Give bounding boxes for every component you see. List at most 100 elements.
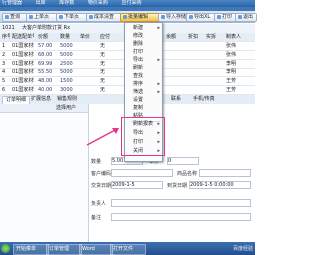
table-cell: 4 xyxy=(2,69,6,76)
order-ref: 1021 xyxy=(2,25,15,31)
table-cell: 01国家材料 xyxy=(12,51,34,58)
export-excel-button[interactable]: 导出XL xyxy=(186,13,216,22)
table-cell: 01国家材料 xyxy=(12,69,34,76)
context-menu-item-label: 刷新 xyxy=(133,65,144,71)
table-cell: 无 xyxy=(100,51,106,58)
next-page-button[interactable]: 下单页 xyxy=(56,13,88,22)
arrow-up-icon xyxy=(29,14,33,19)
taskbar-item-1[interactable]: 开始菜单 xyxy=(13,244,49,255)
batch-edit-button[interactable]: 批量编辑 xyxy=(120,13,160,22)
excel-icon xyxy=(189,14,193,19)
col-header-balance[interactable]: 余额 xyxy=(166,33,184,41)
table-cell: 李明 xyxy=(226,69,237,76)
title-tab-2[interactable]: 出库 xyxy=(36,0,46,6)
owner-field[interactable] xyxy=(111,199,251,207)
title-tab-5[interactable]: 应付采购 xyxy=(121,0,141,6)
product-name-field[interactable] xyxy=(199,169,251,177)
table-cell xyxy=(80,60,94,68)
context-menu-item-label: 修改 xyxy=(133,33,144,39)
table-cell xyxy=(80,42,94,50)
exit-button[interactable]: 退出 xyxy=(235,13,257,22)
tab-sales-rules[interactable]: 销售规则 xyxy=(54,96,80,103)
taskbar: 开始菜单 订单管理 Word 打开文件 百度经验 xyxy=(0,242,255,255)
col-header-actual[interactable]: 实拆 xyxy=(206,33,220,41)
delivery-date-field[interactable]: 2009-1-5 xyxy=(111,181,163,189)
context-menu-item-label: 设置 xyxy=(133,97,144,103)
unit-price-field[interactable]: 0 xyxy=(167,157,199,165)
context-menu-item-label: 新建 xyxy=(133,25,144,31)
prev-page-button[interactable]: 上单页 xyxy=(26,13,58,22)
col-header-unit-price[interactable]: 单价 xyxy=(80,33,94,41)
table-cell xyxy=(80,86,94,94)
taskbar-item-2[interactable]: 订单管理 xyxy=(46,244,82,255)
tab-contact[interactable]: 联系 xyxy=(168,96,184,103)
select-user-label[interactable]: 选择用户 xyxy=(56,105,76,111)
query-button[interactable]: 查询 xyxy=(2,13,28,22)
context-menu-item-label: 筛选 xyxy=(133,89,144,95)
table-cell: 6 xyxy=(2,87,6,93)
table-cell: 5000 xyxy=(60,51,73,58)
col-header-price[interactable]: 价额 xyxy=(38,33,54,41)
col-header-order-no[interactable]: 配送配单号 xyxy=(12,33,34,41)
user-list-header: 选择用户 xyxy=(0,104,88,113)
table-cell xyxy=(188,51,202,59)
context-menu-item-label: 复制 xyxy=(133,105,144,111)
taskbar-item-3[interactable]: Word xyxy=(79,244,113,255)
tab-extended-info[interactable]: 扩展信息 xyxy=(28,96,54,103)
col-header-creator[interactable]: 制表人 xyxy=(226,33,252,41)
title-tab-4[interactable]: 物价采购 xyxy=(88,0,108,6)
table-cell: 2 xyxy=(2,51,6,58)
context-menu-item-label: 排序 xyxy=(133,81,144,87)
remark-label: 备注 xyxy=(91,215,102,221)
table-cell: 68.00 xyxy=(38,51,53,58)
context-menu-item-label: 查找 xyxy=(133,73,144,79)
title-tab-3[interactable]: 库存数 xyxy=(59,0,74,6)
arrow-down-icon xyxy=(59,14,63,19)
col-header-discount[interactable]: 折扣 xyxy=(188,33,202,41)
col-header-index[interactable]: 序号 xyxy=(2,33,10,41)
table-cell: 01国家材料 xyxy=(12,43,34,49)
table-cell xyxy=(188,86,202,94)
table-cell xyxy=(80,77,94,85)
table-cell xyxy=(188,68,202,76)
table-cell: 48.00 xyxy=(38,78,53,85)
printer-icon xyxy=(217,14,221,19)
col-header-payable[interactable]: 应付 xyxy=(100,33,114,41)
title-tab-1[interactable]: 行管理器 xyxy=(2,0,22,6)
start-button[interactable] xyxy=(1,244,10,253)
import-icon xyxy=(161,14,165,19)
customer-code-field[interactable] xyxy=(111,169,173,177)
arrival-date-field[interactable]: 2009-1-5 0:00:00 xyxy=(189,181,251,189)
table-cell: 3000 xyxy=(60,87,73,93)
table-cell: 40.00 xyxy=(38,87,53,93)
tab-phone-fax[interactable]: 手机/传真 xyxy=(190,96,218,103)
context-menu-item-label: 导出 xyxy=(133,57,144,63)
order-title: 大客户单附款订货 Rx xyxy=(22,25,71,31)
table-cell xyxy=(188,42,202,50)
context-menu-item-label: 打印 xyxy=(133,49,144,55)
table-cell: 55.50 xyxy=(38,69,53,76)
table-cell: 2500 xyxy=(60,60,73,67)
delivery-date-label: 交货日期 xyxy=(91,183,112,189)
table-cell: 无 xyxy=(100,78,106,85)
table-cell: 01国家材料 xyxy=(12,78,34,85)
search-icon xyxy=(5,14,9,19)
table-cell: 01国家材料 xyxy=(12,87,34,93)
table-cell: 王芳 xyxy=(226,87,237,93)
table-cell: 01国家材料 xyxy=(12,60,34,67)
table-cell: 王芳 xyxy=(226,78,237,85)
taskbar-item-4[interactable]: 打开文件 xyxy=(110,244,146,255)
col-header-qty[interactable]: 数量 xyxy=(60,33,74,41)
table-cell xyxy=(188,77,202,85)
tab-order-detail[interactable]: 订单明细 xyxy=(2,96,31,104)
table-cell: 5000 xyxy=(60,69,73,76)
cost-check-button[interactable]: 成本清查 xyxy=(86,13,122,22)
import-button[interactable]: 导入存储 xyxy=(158,13,188,22)
table-cell xyxy=(188,60,202,68)
watermark-text: 百度经验 xyxy=(232,246,253,252)
context-menu-item-label: 删除 xyxy=(133,41,144,47)
table-cell: 李明 xyxy=(226,60,237,67)
table-cell xyxy=(80,51,94,59)
owner-label: 负责人 xyxy=(91,201,107,207)
remark-field[interactable] xyxy=(111,213,251,221)
